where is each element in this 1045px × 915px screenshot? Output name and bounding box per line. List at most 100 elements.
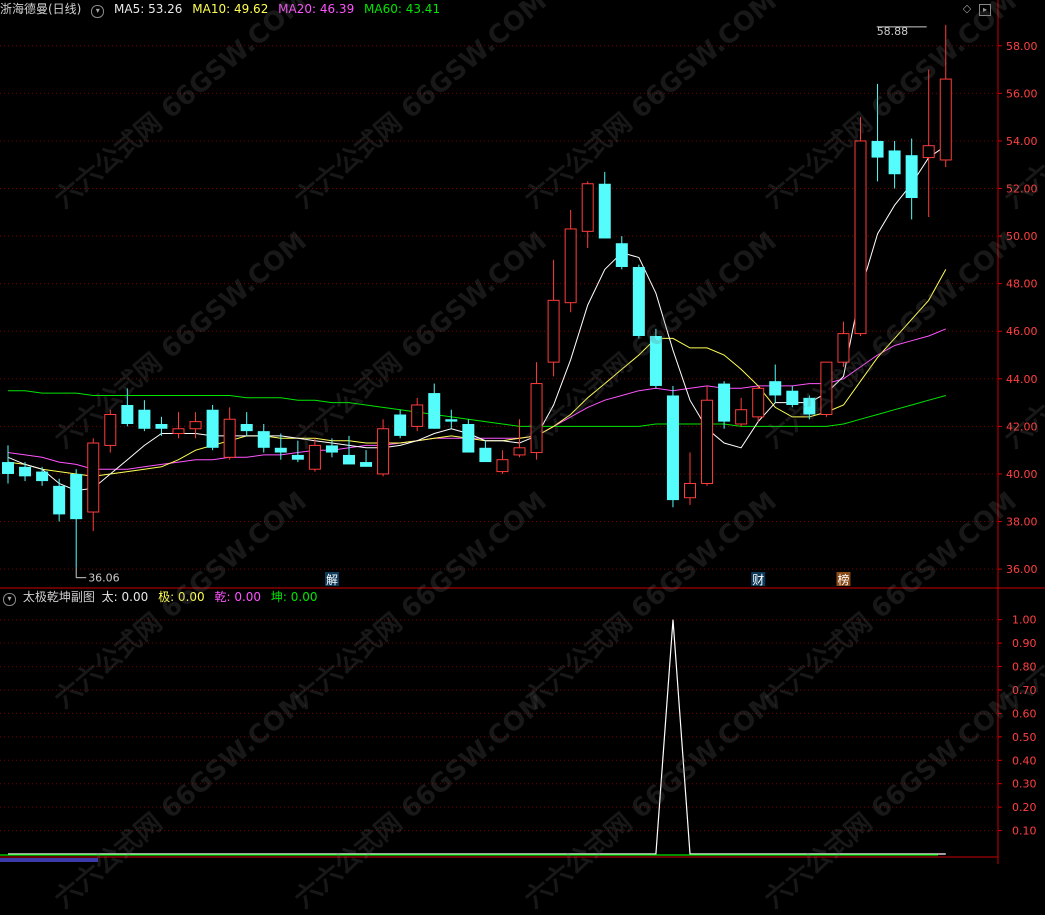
candle-body-up bbox=[223, 418, 236, 458]
candle-body-up bbox=[581, 183, 594, 232]
high-annotation-label: 58.88 bbox=[877, 25, 909, 38]
main-tick-label: 54.00 bbox=[1006, 135, 1038, 148]
candle-body-up bbox=[564, 228, 577, 304]
candle-body-up bbox=[513, 447, 526, 456]
candle-body-up bbox=[701, 399, 714, 484]
main-tick-label: 56.00 bbox=[1006, 87, 1038, 100]
candle-body-up bbox=[87, 442, 100, 513]
ma60-label: MA60: 43.41 bbox=[364, 2, 441, 16]
ma20-label: MA20: 46.39 bbox=[278, 2, 355, 16]
sub-tick-label: 0.40 bbox=[1012, 754, 1037, 767]
candle-body-up bbox=[547, 299, 560, 363]
candle-body-down bbox=[479, 447, 492, 463]
candle-body-down bbox=[325, 445, 338, 453]
candle-body-down bbox=[718, 383, 731, 422]
candle-body-down bbox=[871, 140, 884, 158]
candle-body-down bbox=[19, 466, 32, 477]
main-tick-label: 38.00 bbox=[1006, 516, 1038, 529]
marker-label: 财 bbox=[752, 573, 764, 587]
candle-body-up bbox=[411, 404, 424, 427]
chevron-down-icon[interactable]: ▾ bbox=[91, 5, 105, 18]
ma10-label: MA10: 49.62 bbox=[192, 2, 269, 16]
main-tick-label: 40.00 bbox=[1006, 468, 1038, 481]
sub-tick-label: 0.90 bbox=[1012, 637, 1037, 650]
candle-body-up bbox=[377, 428, 390, 475]
candle-body-down bbox=[343, 454, 355, 465]
candle-body-down bbox=[257, 431, 270, 448]
candle-body-down bbox=[138, 409, 151, 429]
candle-body-up bbox=[530, 383, 543, 454]
candle-body-down bbox=[36, 471, 49, 482]
candle-body-down bbox=[274, 447, 287, 453]
indicator-qian: 乾: 0.00 bbox=[214, 590, 262, 604]
sub-tick-label: 0.50 bbox=[1012, 731, 1037, 744]
candle-body-down bbox=[2, 462, 14, 474]
candle-body-up bbox=[172, 428, 185, 435]
candle-body-down bbox=[70, 473, 83, 520]
sub-tick-label: 0.20 bbox=[1012, 801, 1037, 814]
candle-body-up bbox=[837, 333, 850, 363]
candle-body-down bbox=[155, 424, 168, 429]
candle-body-down bbox=[888, 150, 901, 175]
marker-label: 榜 bbox=[837, 572, 849, 587]
candle-body-down bbox=[666, 395, 679, 501]
ma5-label: MA5: 53.26 bbox=[114, 2, 183, 16]
scroll-box-icon[interactable]: ▸ bbox=[979, 4, 991, 16]
kline-chart-svg[interactable]: 58.00 56.00 54.00 52.00 50.00 48.00 46.00 44.00… bbox=[0, 0, 1045, 864]
candle-body-up bbox=[854, 140, 867, 335]
main-chart-header: 浙海德曼(日线) ▾ MA5: 53.26 MA10: 49.62 MA20: … bbox=[0, 0, 446, 18]
sub-tick-label: 0.60 bbox=[1012, 707, 1037, 720]
candle-body-down bbox=[428, 393, 441, 429]
indicator-kun: 坤: 0.00 bbox=[270, 590, 318, 604]
diamond-icon[interactable]: ◇ bbox=[960, 2, 974, 16]
indicator-header: ▾ 太极乾坤副图 太: 0.00 极: 0.00 乾: 0.00 坤: 0.00 bbox=[0, 588, 323, 606]
candle-body-down bbox=[769, 381, 782, 396]
candle-body-down bbox=[121, 404, 134, 425]
main-tick-label: 36.00 bbox=[1006, 563, 1038, 576]
candle-body-down bbox=[291, 454, 304, 460]
ma5-line bbox=[7, 145, 947, 492]
candle-body-down bbox=[206, 409, 219, 448]
candle-body-down bbox=[632, 267, 645, 336]
indicator-title: 太极乾坤副图 bbox=[22, 590, 95, 604]
candle-body-up bbox=[939, 78, 952, 161]
candle-body-down bbox=[394, 414, 407, 436]
candle-body-up bbox=[752, 387, 765, 418]
sub-tick-label: 0.80 bbox=[1012, 661, 1037, 674]
candle-body-down bbox=[240, 424, 253, 432]
scrollbar-thumb bbox=[0, 858, 98, 862]
candle-body-down bbox=[53, 485, 66, 515]
candle-body-down bbox=[905, 155, 918, 199]
marker-label: 解 bbox=[326, 573, 338, 587]
sub-tick-label: 0.30 bbox=[1012, 778, 1037, 791]
indicator-tai: 太: 0.00 bbox=[101, 590, 149, 604]
sub-tick-label: 0.70 bbox=[1012, 684, 1037, 697]
candle-body-up bbox=[308, 444, 321, 470]
candle-body-up bbox=[189, 421, 202, 430]
candle-body-down bbox=[786, 390, 799, 405]
candle-body-up bbox=[922, 145, 935, 159]
low-annotation-label: 36.06 bbox=[88, 572, 120, 585]
candle-body-up bbox=[104, 413, 117, 446]
candle-body-down bbox=[462, 424, 475, 453]
chart-stage[interactable]: 58.00 56.00 54.00 52.00 50.00 48.00 46.00 44.00… bbox=[0, 0, 1045, 864]
main-tick-label: 58.00 bbox=[1006, 40, 1038, 53]
main-tick-label: 48.00 bbox=[1006, 278, 1038, 291]
candle-body-up bbox=[684, 482, 696, 499]
candle-body-down bbox=[615, 243, 628, 268]
candle-body-down bbox=[649, 335, 662, 386]
chevron-down-icon[interactable]: ▾ bbox=[3, 593, 16, 606]
candle-body-up bbox=[496, 459, 509, 473]
candle-body-down bbox=[803, 397, 816, 415]
candle-body-up bbox=[820, 361, 833, 415]
candle-body-down bbox=[445, 419, 458, 422]
ma10-line bbox=[7, 269, 947, 477]
main-tick-label: 46.00 bbox=[1006, 325, 1038, 338]
indicator-ji: 极: 0.00 bbox=[158, 590, 205, 604]
candle-body-down bbox=[598, 183, 611, 239]
candle-body-up bbox=[735, 409, 748, 425]
sub-tick-label: 0.10 bbox=[1012, 825, 1037, 838]
sub-tick-label: 1.00 bbox=[1012, 614, 1037, 627]
main-tick-label: 44.00 bbox=[1006, 373, 1038, 386]
stock-title: 浙海德曼(日线) bbox=[0, 2, 82, 16]
